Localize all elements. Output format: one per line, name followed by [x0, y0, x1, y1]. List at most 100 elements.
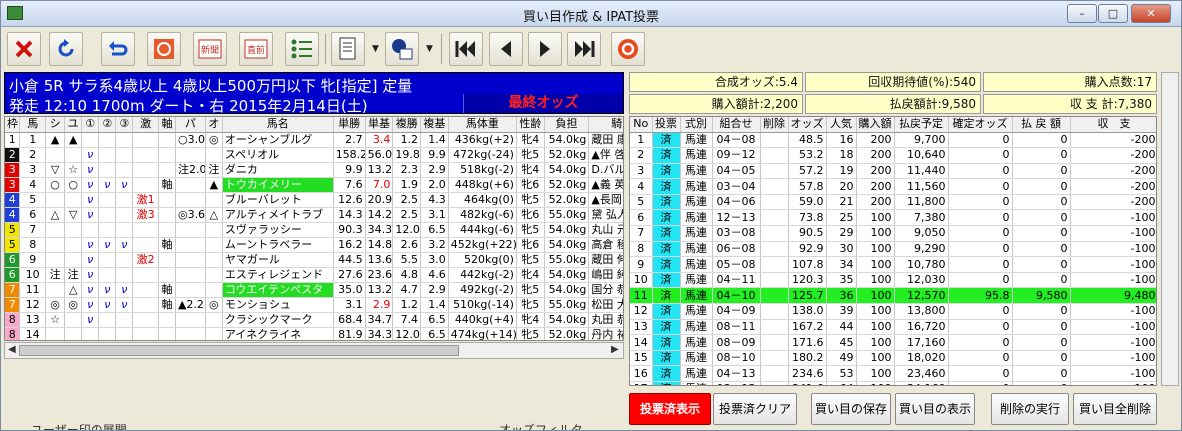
bet-row[interactable]: 17済馬連08－13341.66410034,16000-100 [630, 381, 1156, 385]
horse-col-header[interactable]: オ [205, 117, 223, 133]
bet-cell: 100 [856, 303, 895, 320]
horse-row[interactable]: 5 8 ν ν ν 軸 ムーントラベラー 16.2 14.8 2.6 3.2 452kg(+22) 牝6… [5, 237, 623, 253]
bets-col-header[interactable]: 削除 [760, 117, 789, 133]
horse-col-header[interactable]: 馬 [19, 117, 46, 133]
vertical-scrollbar[interactable] [1161, 72, 1179, 386]
horse-col-header[interactable]: ① [81, 117, 100, 133]
horse-row[interactable]: 7 12 ◎ ◎ ν ν ν 軸 ▲2.2 ◎ モンショシュ 3.1 2.9 1.2 1.4 510kg(-1… [5, 297, 623, 313]
horse-col-header[interactable]: 馬体重 [448, 117, 517, 133]
horse-col-header[interactable]: 騎 [588, 117, 623, 133]
horse-col-header[interactable]: 軸 [158, 117, 176, 133]
horizontal-scrollbar[interactable]: ◀ ▶ [4, 342, 624, 359]
form-dropdown-arrow[interactable]: ▼ [372, 44, 379, 54]
prev-race-button[interactable] [489, 32, 523, 66]
undo-button[interactable] [101, 32, 135, 66]
scroll-right-icon[interactable]: ▶ [611, 344, 619, 355]
horse-row[interactable]: 7 11 △ ν ν ν 軸コウエイテンペスタ 35.0 13.2 4.7 2.9 492kg(-2)… [5, 282, 623, 298]
horse-col-header[interactable]: 複基 [420, 117, 449, 133]
horse-col-header[interactable]: ② [98, 117, 117, 133]
horse-col-header[interactable]: 性齢 [516, 117, 545, 133]
bets-col-header[interactable]: 確定オッズ [948, 117, 1013, 133]
bet-row[interactable]: 6 済馬連 12－13 73.8 25 100 7,380 0 0 -100 [630, 209, 1156, 227]
horse-col-header[interactable]: ユ [64, 117, 83, 133]
ranking-button[interactable] [285, 32, 319, 66]
maximize-button[interactable]: □ [1098, 4, 1128, 23]
bet-row[interactable]: 1 済馬連 04－08 48.5 16 200 9,700 0 0 -200 [630, 132, 1156, 149]
horse-col-header[interactable]: シ [45, 117, 66, 133]
scroll-left-icon[interactable]: ◀ [8, 344, 16, 355]
bet-cell: 馬連 [680, 303, 713, 320]
bet-row[interactable]: 7 済馬連 03－08 90.5 29 100 9,050 0 0 -100 [630, 225, 1156, 242]
bets-col-header[interactable]: 人気 [826, 117, 857, 133]
horse-row[interactable]: 3 3 ▽ ☆ ν 注2.0 注ダニカ 9.9 13.2 2.3 2.9 518kg(-2) 牝4 54.… [5, 162, 623, 178]
horse-row[interactable]: 5 7 スヴァラッシー 90.3 34.3 12.0 6.5 444kg(-6) 牝5 54.0k… [5, 222, 623, 238]
bet-row[interactable]: 8 済馬連 06－08 92.9 30 100 9,290 0 0 -100 [630, 241, 1156, 258]
horse-row[interactable]: 1 1 ▲ ▲ ○3.0 ◎ オーシャンブルグ 2.7 3.4 1.2 1.4 436kg(+2) 牝4… [5, 132, 623, 148]
vote-dropdown-arrow[interactable]: ▼ [426, 44, 433, 54]
next-race-button[interactable] [528, 32, 562, 66]
ipat-button[interactable] [611, 32, 645, 66]
odds-button[interactable] [147, 32, 181, 66]
horse-row[interactable]: 6 9 ν 激2 ヤマガール 44.5 13.6 5.5 3.0 520kg(0) 牝5 55.0kg… [5, 252, 623, 268]
horse-col-header[interactable]: パ [175, 117, 206, 133]
refresh-button[interactable] [49, 32, 83, 66]
bet-row[interactable]: 12 済馬連 04－09 138.0 39 100 13,800 0 0 -100 [630, 303, 1156, 320]
bet-row[interactable]: 11 済馬連 04－10 125.7 36 100 12,570 95.8 9,580 9,480 [630, 287, 1156, 305]
bet-row[interactable]: 15 済馬連 08－10 180.2 49 100 18,020 0 0 -100 [630, 350, 1156, 367]
horse-col-header[interactable]: 負担 [544, 117, 590, 133]
horse-row[interactable]: 4 5 ν 激1 ブルーバレット 12.6 20.9 2.5 4.3 464kg(0) 牝5 52.0… [5, 192, 623, 208]
close-button[interactable]: ✕ [1131, 4, 1171, 23]
bet-row[interactable]: 4 済馬連 03－04 57.8 20 200 11,560 0 0 -200 [630, 178, 1156, 195]
prerace-button[interactable]: 直前 [239, 32, 273, 66]
horse-row[interactable]: 4 6 △ ▽ ν 激3 ◎3.6 △ アルティメイトラブ 14.3 14.2 2.5 3.1 482kg… [5, 207, 623, 223]
minimize-button[interactable]: – [1067, 4, 1097, 23]
bet-cell: 馬連 [680, 350, 713, 367]
bet-row[interactable]: 16 済馬連 04－13 234.6 53 100 23,460 0 0 -100 [630, 365, 1156, 382]
show-voted-button[interactable]: 投票済表示 [629, 393, 711, 425]
last-race-button[interactable] [567, 32, 601, 66]
display-bets-button[interactable]: 買い目の表示 [895, 393, 975, 425]
newspaper-button[interactable]: 新聞 [193, 32, 227, 66]
bet-row[interactable]: 9 済馬連 05－08 107.8 34 100 10,780 0 0 -100 [630, 256, 1156, 273]
bet-row[interactable]: 10 済馬連 04－11 120.3 35 100 12,030 0 0 -100 [630, 272, 1156, 289]
bet-cell: 04－08 [712, 132, 761, 149]
bet-row[interactable]: 13 済馬連 08－11 167.2 44 100 16,720 0 0 -100 [630, 319, 1156, 336]
first-race-button[interactable] [449, 32, 483, 66]
bets-col-header[interactable]: 払 戻 額 [1012, 117, 1071, 133]
horse-row[interactable]: 3 4 ○ ○ ν ν ν 軸 ▲ トウカイメリー 7.6 7.0 1.9 2.0 448kg(+6) 牝6 5… [5, 177, 623, 193]
execute-delete-button[interactable]: 削除の実行 [991, 393, 1069, 425]
scrollbar-thumb[interactable] [19, 345, 459, 356]
delete-all-bets-button[interactable]: 買い目全削除 [1073, 393, 1157, 425]
horse-row[interactable]: 8 14 アイネクライネ 81.9 34.3 12.0 6.5 474kg(+14) 牝5 52.… [5, 327, 623, 340]
clear-voted-button[interactable]: 投票済クリア [713, 393, 797, 425]
bets-col-header[interactable]: No [630, 117, 653, 133]
horse-col-header[interactable]: 馬名 [222, 117, 334, 133]
exit-button[interactable] [7, 32, 41, 66]
bets-col-header[interactable]: 収 支 [1070, 117, 1156, 133]
bet-cell: 03－04 [712, 178, 761, 195]
bets-col-header[interactable]: オッズ [788, 117, 827, 133]
save-bets-button[interactable]: 買い目の保存 [811, 393, 891, 425]
horse-row[interactable]: 6 10 注注 ν エスティレジェンド 27.6 23.6 4.8 4.6 442kg(-2) 牝4… [5, 267, 623, 283]
horse-cell: ν [81, 267, 100, 283]
bet-row[interactable]: 2 済馬連 09－12 53.2 18 200 10,640 0 0 -200 [630, 147, 1156, 164]
horse-cell: 90.3 [333, 222, 366, 238]
bets-col-header[interactable]: 式別 [680, 117, 713, 133]
bets-col-header[interactable]: 組合せ [712, 117, 761, 133]
horse-col-header[interactable]: 複勝 [392, 117, 422, 133]
bet-row[interactable]: 14 済馬連 08－09 171.6 45 100 17,160 0 0 -100 [630, 334, 1156, 351]
bets-col-header[interactable]: 購入額 [856, 117, 895, 133]
bet-row[interactable]: 5 済馬連 04－06 59.0 21 200 11,800 0 0 -200 [630, 194, 1156, 211]
bet-row[interactable]: 3 済馬連 04－05 57.2 19 200 11,440 0 0 -200 [630, 163, 1156, 180]
horse-row[interactable]: 8 13 ☆ ν クラシックマーク 68.4 34.7 7.4 6.5 440kg(+4) 牝4 54… [5, 312, 623, 328]
horse-col-header[interactable]: 単基 [365, 117, 394, 133]
bets-col-header[interactable]: 投票 [652, 117, 681, 133]
form-button[interactable] [331, 32, 365, 66]
horse-col-header[interactable]: 単勝 [333, 117, 366, 133]
bets-col-header[interactable]: 払戻予定 [894, 117, 949, 133]
horse-col-header[interactable]: 激 [132, 117, 159, 133]
horse-row[interactable]: 2 2 ν スペリオル 158.2 56.0 19.8 9.9 472kg(-24) 牝5 52.0… [5, 147, 623, 163]
horse-col-header[interactable]: 枠 [5, 117, 21, 133]
vote-button[interactable] [385, 32, 419, 66]
horse-col-header[interactable]: ③ [115, 117, 134, 133]
